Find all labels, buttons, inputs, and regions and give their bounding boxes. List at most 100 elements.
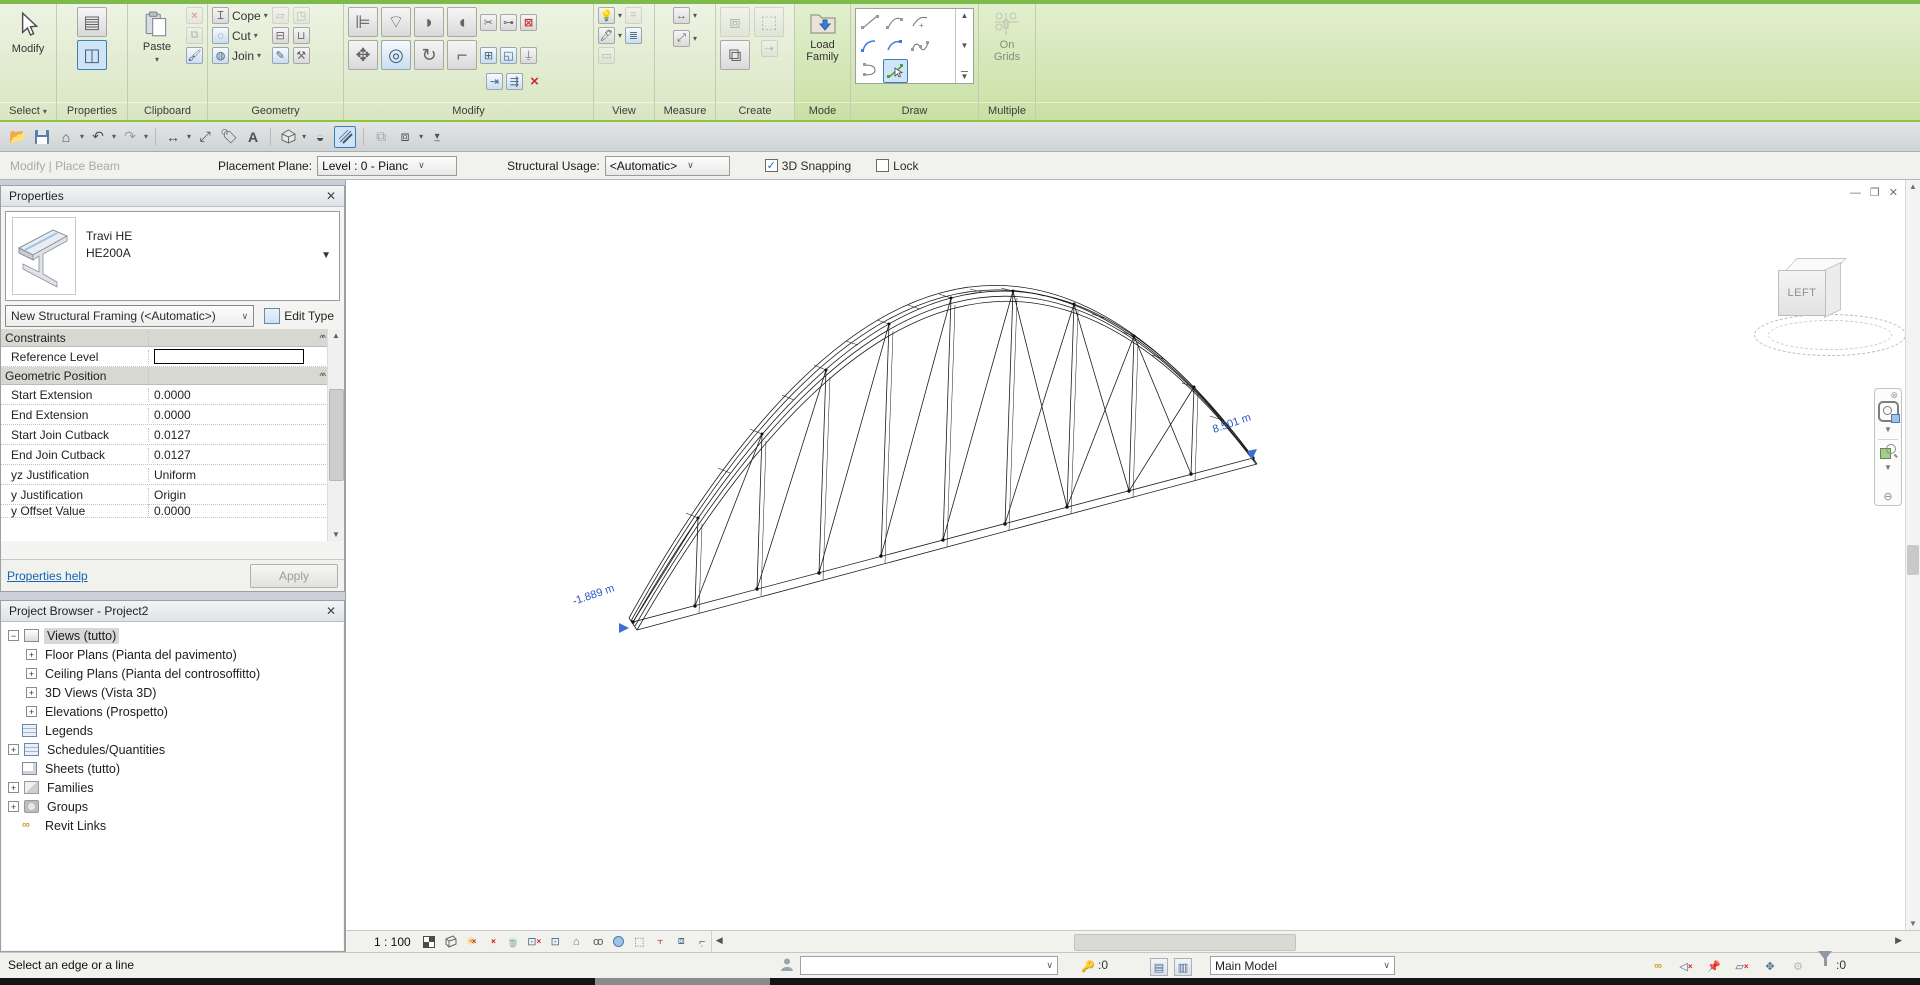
redo-icon[interactable]: ↷: [120, 127, 140, 147]
mirror-draw-axis-icon[interactable]: ◖: [447, 7, 477, 37]
detail-level-icon[interactable]: [421, 933, 438, 950]
expand-icon[interactable]: +: [8, 801, 19, 812]
underlay-icon[interactable]: ≣: [625, 27, 642, 44]
tree-item-families[interactable]: +Families: [6, 778, 343, 797]
steering-wheel-icon[interactable]: [1878, 401, 1899, 422]
structural-usage-select[interactable]: <Automatic>∨: [605, 156, 730, 176]
temporary-view-properties-icon[interactable]: ⬚: [631, 933, 648, 950]
expand-icon[interactable]: +: [26, 649, 37, 660]
scroll-up-icon[interactable]: ▲: [332, 331, 340, 340]
viewcube-front-face[interactable]: LEFT: [1778, 270, 1826, 316]
trim-single-icon[interactable]: ⇥: [486, 73, 503, 90]
panel-label-draw[interactable]: Draw: [851, 102, 978, 120]
panel-label-modify[interactable]: Modify: [344, 102, 593, 120]
scroll-down-icon[interactable]: ▼: [1909, 919, 1917, 928]
create-group-icon[interactable]: ⧈: [720, 7, 750, 37]
horizontal-scrollbar[interactable]: ◀ ▶: [711, 931, 1920, 952]
viewcube-side-face[interactable]: [1824, 262, 1841, 318]
measure-dropdown[interactable]: ▾: [187, 132, 191, 141]
draw-gallery-scroll[interactable]: ▲▼▼: [955, 9, 973, 83]
customize-qat-icon[interactable]: ▾̲: [427, 127, 447, 147]
placement-plane-select[interactable]: Level : 0 - Pianc∨: [317, 156, 457, 176]
open-icon[interactable]: 📂: [8, 127, 28, 147]
properties-palette-icon[interactable]: ◫: [77, 40, 107, 70]
close-icon[interactable]: ✕: [326, 189, 336, 203]
section-row[interactable]: Constraints^^: [1, 329, 344, 347]
wall-opening-icon[interactable]: ▱: [272, 7, 289, 24]
beam-system-icon[interactable]: ⊟: [272, 27, 289, 44]
align-icon[interactable]: ⊫: [348, 7, 378, 37]
pick-lines-tool[interactable]: [883, 59, 908, 83]
text-icon[interactable]: A: [243, 127, 263, 147]
measure-qat-icon[interactable]: ↔: [163, 127, 183, 147]
offset-icon[interactable]: ⌔: [381, 7, 411, 37]
draw-arc-start-end-tool[interactable]: [883, 11, 906, 33]
properties-scrollbar[interactable]: ▲▼: [327, 329, 344, 541]
unlocked-view-icon[interactable]: ⌂: [568, 933, 585, 950]
collapse-navbar-icon[interactable]: ⊖: [1883, 490, 1892, 503]
editable-only-icon[interactable]: ▤: [1150, 958, 1168, 976]
framing-filter-select[interactable]: New Structural Framing (<Automatic>)∨: [5, 305, 254, 327]
thin-lines-icon[interactable]: [334, 126, 356, 148]
close-navbar-icon[interactable]: ⊗: [1890, 391, 1898, 399]
draw-spline-tool[interactable]: [908, 35, 931, 57]
select-underlay-icon[interactable]: ◁×: [1678, 958, 1694, 974]
create-parts-icon[interactable]: ⇢: [761, 40, 778, 57]
delete-icon[interactable]: ×: [526, 73, 543, 90]
copy-to-clipboard-icon[interactable]: ⧉: [186, 27, 203, 44]
rendering-dialog-icon[interactable]: 🍵: [505, 933, 522, 950]
pin-icon[interactable]: ⍊: [520, 47, 537, 64]
join-geometry-button[interactable]: ◍Join▾: [212, 47, 261, 64]
scroll-up-icon[interactable]: ▲: [1909, 182, 1917, 191]
select-by-face-icon[interactable]: ▱×: [1734, 958, 1750, 974]
design-options-select[interactable]: Main Model∨: [1210, 956, 1395, 975]
section-icon[interactable]: ◒: [310, 127, 330, 147]
panel-label-select[interactable]: Select ▾: [0, 102, 56, 120]
tree-item-sheets[interactable]: Sheets (tutto): [6, 759, 343, 778]
cut-geometry-button[interactable]: ◌Cut▾: [212, 27, 258, 44]
copy-icon[interactable]: ◎: [381, 40, 411, 70]
view-visibility-icon[interactable]: 💡: [598, 7, 615, 24]
save-icon[interactable]: [32, 127, 52, 147]
undo-dropdown[interactable]: ▾: [112, 132, 116, 141]
zoom-dropdown-icon[interactable]: ▼: [1884, 463, 1892, 472]
panel-label-properties[interactable]: Properties: [57, 102, 127, 120]
worksets-select[interactable]: ∨: [800, 956, 1058, 975]
restore-icon[interactable]: ❐: [1870, 186, 1880, 199]
tree-item-3d-views[interactable]: +3D Views (Vista 3D): [6, 683, 343, 702]
match-type-properties-icon[interactable]: 🖌: [186, 47, 203, 64]
lock-checkbox[interactable]: Lock: [876, 159, 918, 173]
close-inactive-windows-icon[interactable]: ⧉: [371, 127, 391, 147]
reveal-hidden-elements-icon[interactable]: [610, 933, 627, 950]
crop-view-icon[interactable]: ⊡×: [526, 933, 543, 950]
linework-icon[interactable]: 🖊: [598, 27, 615, 44]
horizontal-scrollbar-thumb[interactable]: [1074, 934, 1296, 951]
draw-partial-ellipse-tool[interactable]: [858, 59, 881, 81]
property-row[interactable]: End Join Cutback0.0127: [1, 445, 344, 465]
drawing-area[interactable]: -1.889 m 8.501 m — ❐ ✕ LEFT ⊗ ▼ ▼ ⊖ ▲ ▼ …: [345, 180, 1920, 952]
create-assembly-icon[interactable]: ⬚: [754, 7, 784, 37]
draw-fillet-arc-tool[interactable]: [858, 35, 881, 57]
vertical-scrollbar-thumb[interactable]: [1907, 545, 1919, 575]
zoom-tool-icon[interactable]: [1880, 444, 1896, 460]
3d-view-dropdown[interactable]: ▾: [302, 132, 306, 141]
draw-arc-center-tool[interactable]: +: [908, 11, 931, 33]
properties-title-bar[interactable]: Properties ✕: [1, 186, 344, 207]
tree-item-ceiling-plans[interactable]: +Ceiling Plans (Pianta del controsoffitt…: [6, 664, 343, 683]
sync-with-central-icon[interactable]: ⌂: [56, 127, 76, 147]
rotate-icon[interactable]: ↻: [414, 40, 444, 70]
close-view-icon[interactable]: ✕: [1889, 186, 1898, 199]
measure-icon[interactable]: ↔: [673, 7, 690, 24]
shadows-icon[interactable]: ◔×: [484, 933, 501, 950]
array-icon[interactable]: ⊞: [480, 47, 497, 64]
editing-requests-icon[interactable]: 🔑: [1080, 958, 1096, 974]
type-properties-icon[interactable]: ▤: [77, 7, 107, 37]
reveal-constraints-icon[interactable]: ⌐̣: [694, 933, 711, 950]
scroll-left-icon[interactable]: ◀: [716, 935, 723, 946]
sun-path-icon[interactable]: ☀×: [463, 933, 480, 950]
expand-icon[interactable]: +: [26, 668, 37, 679]
switch-windows-icon[interactable]: ⧈: [395, 127, 415, 147]
move-icon[interactable]: ✥: [348, 40, 378, 70]
cut-to-clipboard-icon[interactable]: ×: [186, 7, 203, 24]
analytical-model-icon[interactable]: ⫟: [652, 933, 669, 950]
